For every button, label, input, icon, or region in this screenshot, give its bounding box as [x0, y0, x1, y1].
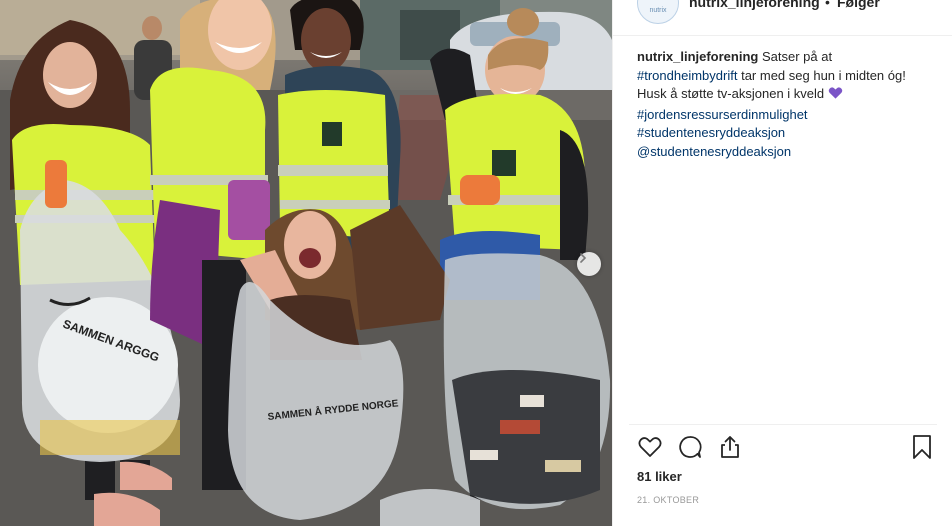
caption-text-1: Satser på at [761, 49, 833, 64]
post-details-panel: nutrix nutrix_linjeforening • Følger nut… [612, 0, 952, 526]
avatar[interactable]: nutrix [637, 0, 679, 24]
actions-divider [629, 424, 937, 425]
post-caption: nutrix_linjeforening Satser på at #trond… [637, 48, 933, 161]
likes-count[interactable]: 81 liker [637, 469, 682, 484]
comment-bubble-icon [679, 436, 702, 458]
chevron-right-icon [580, 253, 587, 263]
header-username[interactable]: nutrix_linjeforening [689, 0, 820, 10]
header-separator: • [825, 0, 830, 10]
hashtag-trondheimbydrift[interactable]: #trondheimbydrift [637, 68, 737, 83]
mention-studentenesryddeaksjon[interactable]: @studentenesryddeaksjon [637, 143, 933, 162]
next-photo-button[interactable] [577, 252, 601, 276]
photo-illustration: SAMMEN ARGGG SAMMEN Å RYDDE NORGE [0, 0, 612, 526]
bookmark-icon [913, 435, 931, 459]
caption-username[interactable]: nutrix_linjeforening [637, 49, 758, 64]
hashtag-studentenesryddeaksjon[interactable]: #studentenesryddeaksjon [637, 124, 933, 143]
post-header: nutrix nutrix_linjeforening • Følger [613, 0, 952, 36]
heart-outline-icon [638, 437, 662, 457]
share-icon [721, 436, 739, 458]
avatar-text: nutrix [649, 7, 667, 14]
post-date[interactable]: 21. OKTOBER [637, 495, 699, 505]
hashtag-jordensressurserdinmulighet[interactable]: #jordensressurserdinmulighet [637, 106, 933, 125]
post-photo[interactable]: SAMMEN ARGGG SAMMEN Å RYDDE NORGE [0, 0, 612, 526]
share-button[interactable] [717, 434, 743, 460]
purple-heart-icon [828, 86, 843, 106]
like-button[interactable] [637, 434, 663, 460]
following-button[interactable]: Følger [837, 0, 880, 10]
save-button[interactable] [909, 434, 935, 460]
comment-button[interactable] [677, 434, 703, 460]
